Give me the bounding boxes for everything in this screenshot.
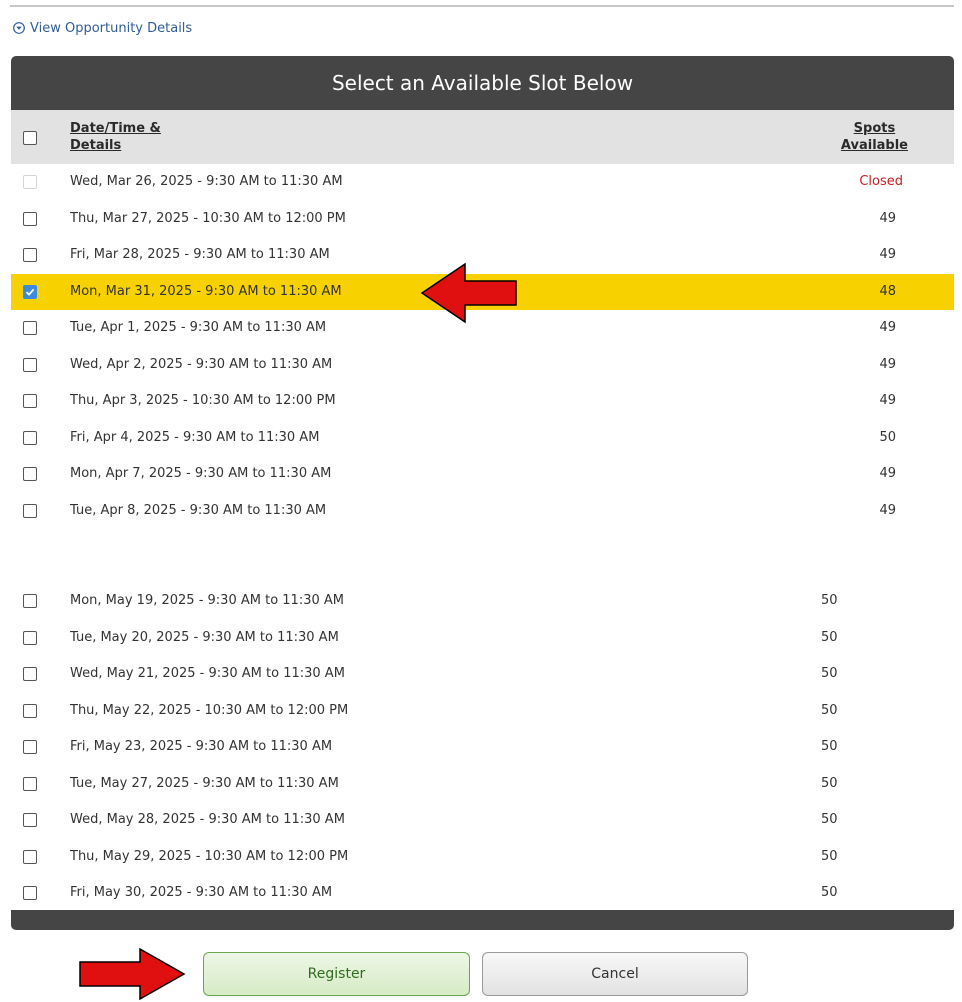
slot-checkbox[interactable] <box>23 321 37 335</box>
slot-row[interactable]: Wed, Apr 2, 2025 - 9:30 AM to 11:30 AM 49 <box>11 347 954 384</box>
slot-datetime: Wed, Mar 26, 2025 - 9:30 AM to 11:30 AM <box>70 174 343 189</box>
slot-spots-available: 49 <box>879 247 896 262</box>
spots-header-line1: Spots <box>853 121 896 136</box>
slot-checkbox-checked[interactable] <box>23 284 37 299</box>
slot-checkbox[interactable] <box>23 211 37 226</box>
slot-selection-panel: Select an Available Slot Below Date/Time… <box>11 56 954 930</box>
panel-footer <box>11 910 954 930</box>
slot-datetime: Thu, May 29, 2025 - 10:30 AM to 12:00 PM <box>70 848 349 864</box>
slot-row[interactable]: Thu, May 22, 2025 - 10:30 AM to 12:00 PM… <box>11 693 954 730</box>
slot-checkbox[interactable] <box>23 594 37 608</box>
slot-checkbox[interactable] <box>23 740 37 754</box>
red-arrow-pointing-left-icon <box>420 262 517 324</box>
slot-spots-available: 50 <box>821 848 838 864</box>
slot-datetime: Tue, Apr 8, 2025 - 9:30 AM to 11:30 AM <box>70 502 327 518</box>
slot-checkbox[interactable] <box>23 813 37 827</box>
slot-row[interactable]: Thu, Apr 3, 2025 - 10:30 AM to 12:00 PM 4… <box>11 383 954 420</box>
slot-list-lower: Mon, May 19, 2025 - 9:30 AM to 11:30 AM 5… <box>11 583 954 912</box>
slot-row[interactable]: Fri, Apr 4, 2025 - 9:30 AM to 11:30 AM 50 <box>11 420 954 457</box>
date-header-line1: Date/Time & <box>70 121 161 136</box>
slot-row[interactable]: Tue, Apr 8, 2025 - 9:30 AM to 11:30 AM 49 <box>11 493 954 530</box>
slot-spots-available: 50 <box>821 775 838 791</box>
slot-row[interactable]: Fri, May 23, 2025 - 9:30 AM to 11:30 AM 5… <box>11 729 954 766</box>
slot-datetime: Wed, May 21, 2025 - 9:30 AM to 11:30 AM <box>70 666 345 681</box>
slot-datetime: Fri, Mar 28, 2025 - 9:30 AM to 11:30 AM <box>70 247 330 262</box>
slot-datetime: Wed, Apr 2, 2025 - 9:30 AM to 11:30 AM <box>70 356 333 372</box>
slot-checkbox[interactable] <box>23 776 37 791</box>
slot-datetime: Fri, May 23, 2025 - 9:30 AM to 11:30 AM <box>70 739 333 754</box>
date-header-line2: Details <box>70 138 122 153</box>
slot-datetime: Mon, Mar 31, 2025 - 9:30 AM to 11:30 AM <box>70 283 342 299</box>
view-opportunity-details-link[interactable]: View Opportunity Details <box>13 19 192 37</box>
slot-checkbox[interactable] <box>23 248 37 262</box>
slot-checkbox[interactable] <box>23 630 37 645</box>
slot-spots-available: 49 <box>879 320 896 335</box>
slot-spots-available: 50 <box>821 812 838 827</box>
slot-datetime: Tue, Apr 1, 2025 - 9:30 AM to 11:30 AM <box>70 320 327 335</box>
slot-spots-available: 50 <box>821 702 838 718</box>
slot-checkbox <box>23 175 37 189</box>
slot-spots-available: 50 <box>821 739 838 754</box>
slot-list-upper: Wed, Mar 26, 2025 - 9:30 AM to 11:30 AM C… <box>11 164 954 529</box>
slot-checkbox[interactable] <box>23 703 37 718</box>
table-header: Date/Time & Details Spots Available <box>11 110 954 164</box>
date-column-header[interactable]: Date/Time & Details <box>70 120 161 154</box>
slot-row[interactable]: Mon, May 19, 2025 - 9:30 AM to 11:30 AM 5… <box>11 583 954 620</box>
slot-datetime: Tue, May 27, 2025 - 9:30 AM to 11:30 AM <box>70 775 339 791</box>
slot-spots-available: 49 <box>879 466 896 481</box>
slot-spots-available: 50 <box>821 593 838 608</box>
list-gap <box>11 529 954 583</box>
view-opportunity-details-label: View Opportunity Details <box>30 20 193 36</box>
slot-spots-available: 50 <box>821 885 838 900</box>
slot-datetime: Thu, May 22, 2025 - 10:30 AM to 12:00 PM <box>70 702 349 718</box>
slot-datetime: Wed, May 28, 2025 - 9:30 AM to 11:30 AM <box>70 812 345 827</box>
slot-row[interactable]: Thu, Mar 27, 2025 - 10:30 AM to 12:00 PM… <box>11 201 954 238</box>
slot-datetime: Fri, Apr 4, 2025 - 9:30 AM to 11:30 AM <box>70 429 320 445</box>
slot-spots-available: 50 <box>821 629 838 645</box>
slot-spots-available: 50 <box>879 429 896 445</box>
slot-checkbox[interactable] <box>23 849 37 864</box>
slot-datetime: Thu, Mar 27, 2025 - 10:30 AM to 12:00 PM <box>70 210 346 226</box>
slot-checkbox[interactable] <box>23 503 37 518</box>
slot-spots-available: 50 <box>821 666 838 681</box>
slot-checkbox[interactable] <box>23 430 37 445</box>
slot-row[interactable]: Wed, May 21, 2025 - 9:30 AM to 11:30 AM 5… <box>11 656 954 693</box>
slot-checkbox[interactable] <box>23 394 37 408</box>
slot-checkbox[interactable] <box>23 467 37 481</box>
slot-spots-available: 49 <box>879 210 896 226</box>
slot-checkbox[interactable] <box>23 886 37 900</box>
slot-spots-available: 49 <box>879 502 896 518</box>
slot-datetime: Mon, Apr 7, 2025 - 9:30 AM to 11:30 AM <box>70 466 332 481</box>
slot-datetime: Fri, May 30, 2025 - 9:30 AM to 11:30 AM <box>70 885 333 900</box>
top-divider <box>10 5 954 7</box>
slot-checkbox[interactable] <box>23 357 37 372</box>
slot-row[interactable]: Fri, May 30, 2025 - 9:30 AM to 11:30 AM 5… <box>11 875 954 912</box>
slot-closed-status: Closed <box>859 174 903 189</box>
panel-title: Select an Available Slot Below <box>11 56 954 110</box>
slot-row[interactable]: Tue, May 20, 2025 - 9:30 AM to 11:30 AM 5… <box>11 620 954 657</box>
slot-row[interactable]: Mon, Apr 7, 2025 - 9:30 AM to 11:30 AM 49 <box>11 456 954 493</box>
slot-checkbox[interactable] <box>23 667 37 681</box>
slot-row[interactable]: Tue, May 27, 2025 - 9:30 AM to 11:30 AM 5… <box>11 766 954 803</box>
red-arrow-pointing-right-icon <box>79 947 186 1001</box>
circle-chevron-down-icon <box>13 22 25 34</box>
slot-row[interactable]: Wed, May 28, 2025 - 9:30 AM to 11:30 AM 5… <box>11 802 954 839</box>
spots-column-header[interactable]: Spots Available <box>841 120 908 154</box>
slot-row[interactable]: Wed, Mar 26, 2025 - 9:30 AM to 11:30 AM C… <box>11 164 954 201</box>
slot-datetime: Tue, May 20, 2025 - 9:30 AM to 11:30 AM <box>70 629 339 645</box>
slot-spots-available: 49 <box>879 393 896 408</box>
slot-row[interactable]: Thu, May 29, 2025 - 10:30 AM to 12:00 PM… <box>11 839 954 876</box>
slot-datetime: Thu, Apr 3, 2025 - 10:30 AM to 12:00 PM <box>70 393 336 408</box>
slot-datetime: Mon, May 19, 2025 - 9:30 AM to 11:30 AM <box>70 593 344 608</box>
slot-spots-available: 49 <box>879 356 896 372</box>
slot-spots-available: 48 <box>879 283 896 299</box>
register-button[interactable]: Register <box>203 952 470 996</box>
cancel-button[interactable]: Cancel <box>482 952 748 996</box>
spots-header-line2: Available <box>840 138 908 153</box>
checkmark-icon <box>25 288 35 296</box>
select-all-checkbox[interactable] <box>23 131 37 145</box>
